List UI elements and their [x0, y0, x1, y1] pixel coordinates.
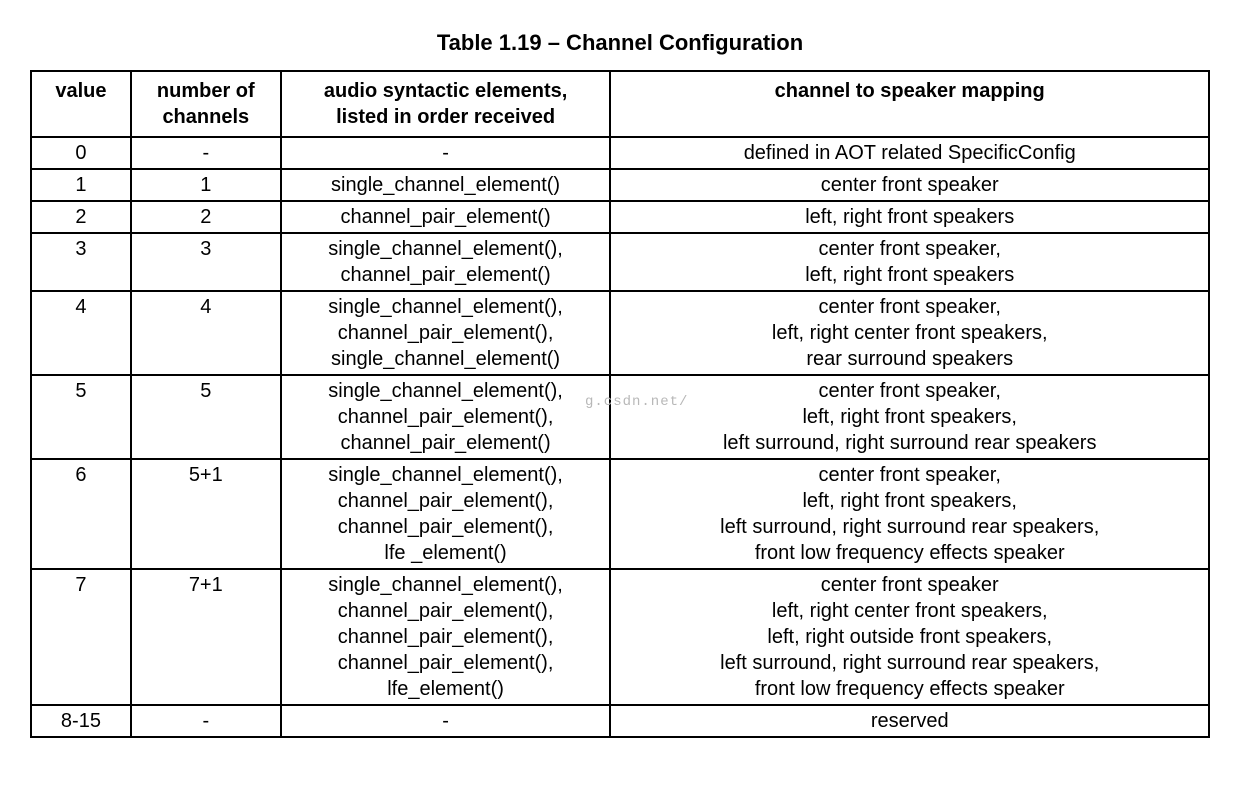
table-row: 55single_channel_element(), channel_pair… [31, 375, 1209, 459]
table-row: 65+1single_channel_element(), channel_pa… [31, 459, 1209, 569]
cell-mapping: center front speaker, left, right front … [610, 459, 1209, 569]
cell-value: 4 [31, 291, 131, 375]
cell-mapping: center front speaker [610, 169, 1209, 201]
cell-mapping: center front speaker, left, right front … [610, 233, 1209, 291]
cell-elements: single_channel_element(), channel_pair_e… [281, 375, 611, 459]
cell-elements: single_channel_element(), channel_pair_e… [281, 291, 611, 375]
header-channels: number of channels [131, 71, 281, 137]
table-row: 33single_channel_element(), channel_pair… [31, 233, 1209, 291]
table-row: 11single_channel_element()center front s… [31, 169, 1209, 201]
table-header-row: value number of channels audio syntactic… [31, 71, 1209, 137]
cell-value: 0 [31, 137, 131, 169]
header-mapping: channel to speaker mapping [610, 71, 1209, 137]
cell-value: 2 [31, 201, 131, 233]
cell-value: 3 [31, 233, 131, 291]
cell-mapping: center front speaker, left, right front … [610, 375, 1209, 459]
cell-elements: channel_pair_element() [281, 201, 611, 233]
table-row: 44single_channel_element(), channel_pair… [31, 291, 1209, 375]
cell-elements: single_channel_element(), channel_pair_e… [281, 233, 611, 291]
cell-mapping: center front speaker, left, right center… [610, 291, 1209, 375]
table-row: 8-15--reserved [31, 705, 1209, 737]
header-elements: audio syntactic elements, listed in orde… [281, 71, 611, 137]
table-row: 22channel_pair_element()left, right fron… [31, 201, 1209, 233]
cell-value: 6 [31, 459, 131, 569]
channel-config-table: value number of channels audio syntactic… [30, 70, 1210, 738]
table-row: 0--defined in AOT related SpecificConfig [31, 137, 1209, 169]
cell-value: 5 [31, 375, 131, 459]
cell-channels: 1 [131, 169, 281, 201]
cell-channels: 5 [131, 375, 281, 459]
cell-mapping: reserved [610, 705, 1209, 737]
cell-value: 1 [31, 169, 131, 201]
cell-channels: 3 [131, 233, 281, 291]
cell-channels: 4 [131, 291, 281, 375]
cell-elements: single_channel_element() [281, 169, 611, 201]
cell-elements: - [281, 705, 611, 737]
cell-value: 7 [31, 569, 131, 705]
cell-channels: 2 [131, 201, 281, 233]
table-title: Table 1.19 – Channel Configuration [30, 30, 1210, 56]
cell-channels: - [131, 705, 281, 737]
cell-mapping: center front speaker left, right center … [610, 569, 1209, 705]
cell-elements: single_channel_element(), channel_pair_e… [281, 569, 611, 705]
cell-elements: single_channel_element(), channel_pair_e… [281, 459, 611, 569]
cell-channels: 7+1 [131, 569, 281, 705]
cell-channels: - [131, 137, 281, 169]
cell-mapping: defined in AOT related SpecificConfig [610, 137, 1209, 169]
table-row: 77+1single_channel_element(), channel_pa… [31, 569, 1209, 705]
header-value: value [31, 71, 131, 137]
cell-value: 8-15 [31, 705, 131, 737]
cell-mapping: left, right front speakers [610, 201, 1209, 233]
cell-channels: 5+1 [131, 459, 281, 569]
cell-elements: - [281, 137, 611, 169]
